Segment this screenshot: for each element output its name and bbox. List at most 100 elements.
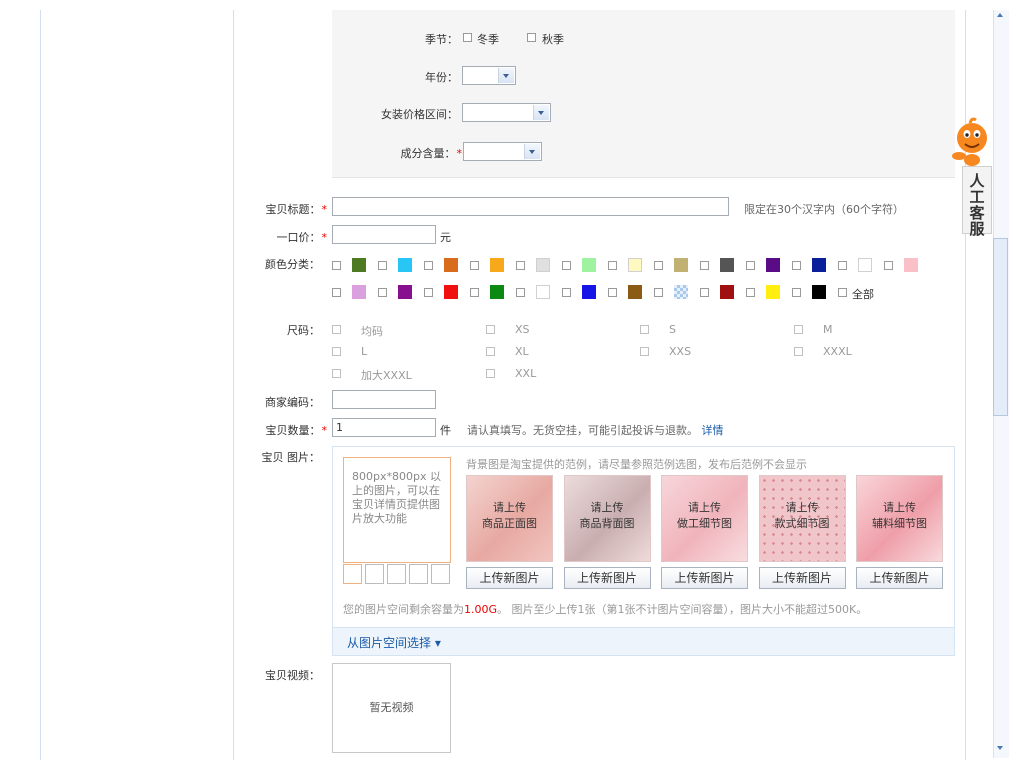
upload-image-button[interactable]: 上传新图片	[661, 567, 748, 589]
color-swatch	[444, 285, 458, 299]
size-checkbox[interactable]	[332, 369, 341, 378]
color-checkbox[interactable]	[424, 261, 433, 270]
video-label: 宝贝视频：	[265, 669, 320, 682]
size-option-label: L	[361, 345, 368, 358]
image-slot-text: 请上传 款式细节图	[760, 500, 845, 532]
image-slot[interactable]: 请上传 商品背面图	[563, 475, 651, 562]
thumbnail-slot[interactable]	[409, 564, 428, 584]
select-from-space-link[interactable]: 从图片空间选择 ▾	[347, 634, 441, 651]
quantity-unit: 件	[440, 424, 451, 437]
color-checkbox[interactable]	[746, 288, 755, 297]
color-checkbox[interactable]	[516, 288, 525, 297]
image-slot-text: 请上传 辅料细节图	[857, 500, 942, 532]
color-checkbox[interactable]	[608, 288, 617, 297]
quantity-hint: 请认真填写。无货空挂，可能引起投诉与退款。 详情	[467, 424, 724, 437]
size-checkbox[interactable]	[332, 347, 341, 356]
color-checkbox[interactable]	[562, 288, 571, 297]
upload-image-button[interactable]: 上传新图片	[856, 567, 943, 589]
size-checkbox[interactable]	[794, 347, 803, 356]
size-checkbox[interactable]	[486, 347, 495, 356]
scrollbar-thumb[interactable]	[993, 238, 1008, 416]
size-checkbox[interactable]	[640, 325, 649, 334]
color-checkbox[interactable]	[654, 261, 663, 270]
composition-select[interactable]	[463, 142, 542, 161]
price-range-select[interactable]	[462, 103, 551, 122]
image-slot-line1: 请上传	[688, 501, 721, 514]
season-winter-checkbox[interactable]	[463, 33, 472, 42]
color-checkbox[interactable]	[792, 261, 801, 270]
color-swatch	[582, 285, 596, 299]
color-checkbox[interactable]	[838, 261, 847, 270]
color-checkbox[interactable]	[332, 288, 341, 297]
image-slot-line1: 请上传	[883, 501, 916, 514]
size-checkbox[interactable]	[332, 325, 341, 334]
image-slot[interactable]: 请上传 商品正面图	[466, 475, 553, 562]
color-checkbox[interactable]	[608, 261, 617, 270]
main-image-slot[interactable]: 800px*800px 以上的图片，可以在宝贝详情页提供图片放大功能	[343, 457, 451, 563]
color-swatch	[720, 258, 734, 272]
upload-image-button[interactable]: 上传新图片	[563, 567, 651, 589]
video-box[interactable]: 暂无视频	[332, 663, 451, 753]
year-select[interactable]	[462, 66, 516, 85]
image-capacity-text: 您的图片空间剩余容量为1.00G。 图片至少上传1张（第1张不计图片空间容量），…	[343, 603, 868, 616]
sku-code-input[interactable]	[332, 390, 436, 409]
composition-label: 成分含量：*	[400, 147, 463, 160]
thumbnail-slot[interactable]	[365, 564, 384, 584]
quantity-detail-link[interactable]: 详情	[702, 424, 724, 437]
color-checkbox[interactable]	[884, 261, 893, 270]
color-swatch	[490, 258, 504, 272]
color-all-checkbox[interactable]	[838, 288, 847, 297]
color-checkbox[interactable]	[562, 261, 571, 270]
scroll-down-icon[interactable]	[997, 746, 1003, 750]
title-hint: 限定在30个汉字内（60个字符）	[744, 203, 904, 216]
size-option-label: XXL	[515, 367, 537, 380]
size-checkbox[interactable]	[486, 369, 495, 378]
price-unit: 元	[440, 231, 451, 244]
color-swatch	[812, 285, 826, 299]
size-checkbox[interactable]	[486, 325, 495, 334]
color-checkbox[interactable]	[332, 261, 341, 270]
customer-service-button[interactable]: 人工客服	[962, 166, 992, 237]
color-swatch	[766, 258, 780, 272]
color-checkbox[interactable]	[654, 288, 663, 297]
images-label: 宝贝 图片：	[261, 451, 321, 464]
season-autumn-checkbox[interactable]	[527, 33, 536, 42]
color-checkbox[interactable]	[700, 288, 709, 297]
images-bg-hint: 背景图是淘宝提供的范例，请尽量参照范例选图，发布后范例不会显示	[466, 458, 807, 471]
upload-image-button[interactable]: 上传新图片	[466, 567, 553, 589]
quantity-input[interactable]	[332, 418, 436, 437]
color-checkbox[interactable]	[516, 261, 525, 270]
image-slot-line2: 商品背面图	[579, 517, 635, 530]
year-label: 年份：	[425, 71, 458, 84]
color-checkbox[interactable]	[424, 288, 433, 297]
size-option-label: M	[823, 323, 833, 336]
price-input[interactable]	[332, 225, 436, 244]
scroll-up-icon[interactable]	[997, 13, 1003, 17]
color-checkbox[interactable]	[470, 288, 479, 297]
thumbnail-slot[interactable]	[387, 564, 406, 584]
color-swatch	[674, 258, 688, 272]
color-swatch	[904, 258, 918, 272]
season-winter-label: 冬季	[477, 33, 499, 46]
color-checkbox[interactable]	[700, 261, 709, 270]
size-checkbox[interactable]	[794, 325, 803, 334]
quantity-label: 宝贝数量：*	[265, 424, 328, 437]
color-checkbox[interactable]	[378, 288, 387, 297]
image-slot[interactable]: 请上传 辅料细节图	[856, 475, 943, 562]
image-slot[interactable]: 请上传 款式细节图	[758, 475, 846, 562]
thumbnail-slot[interactable]	[343, 564, 362, 584]
upload-image-button[interactable]: 上传新图片	[758, 567, 846, 589]
color-checkbox[interactable]	[378, 261, 387, 270]
image-slot-line1: 请上传	[785, 501, 819, 514]
color-checkbox[interactable]	[470, 261, 479, 270]
color-checkbox[interactable]	[792, 288, 801, 297]
size-option-label: S	[669, 323, 676, 336]
image-slot[interactable]: 请上传 做工细节图	[661, 475, 748, 562]
title-input[interactable]	[332, 197, 729, 216]
thumbnail-slot[interactable]	[431, 564, 450, 584]
image-upload-panel: 背景图是淘宝提供的范例，请尽量参照范例选图，发布后范例不会显示 800px*80…	[332, 446, 955, 656]
color-swatch	[398, 285, 412, 299]
mascot-icon	[952, 117, 987, 166]
color-checkbox[interactable]	[746, 261, 755, 270]
size-checkbox[interactable]	[640, 347, 649, 356]
